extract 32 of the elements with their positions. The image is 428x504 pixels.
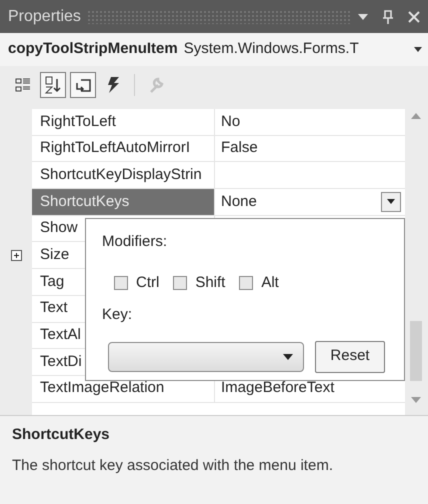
dropdown-arrow-icon [414,47,422,52]
property-name[interactable]: ShortcutKeyDisplayStrin [32,162,215,188]
close-icon[interactable] [408,10,420,22]
description-title: ShortcutKeys [12,425,111,445]
dropdown-arrow-icon [387,199,395,204]
property-name[interactable]: RightToLeft [32,109,215,135]
key-combobox[interactable] [108,342,304,372]
dropdown-icon[interactable] [358,14,368,20]
property-value[interactable]: ImageBeforeText [221,377,334,400]
modifier-checkbox[interactable]: Ctrl [114,272,160,294]
dropdown-button[interactable] [381,192,401,212]
toolbar-button[interactable] [70,72,96,98]
property-name[interactable]: ShortcutKeys [32,189,215,215]
object-selector[interactable]: copyToolStripMenuItem System.Windows.Forms.T [0,33,428,66]
modifiers-label: Modifiers: [102,232,168,252]
property-value[interactable]: No [221,110,240,134]
window-title: Properties [8,6,81,26]
modifier-checkbox[interactable]: Alt [239,272,279,294]
sort-alphabetical-icon [44,76,62,94]
expand-icon[interactable] [10,250,22,262]
property-value[interactable]: None [221,190,257,214]
modifier-checkbox[interactable]: Shift [173,272,226,294]
scrollbar-thumb[interactable] [410,321,422,381]
dropdown-arrow-icon [283,354,293,360]
property-value[interactable]: False [221,137,258,160]
categorized-icon [14,76,32,94]
description-text: The shortcut key associated with the menu item. [12,456,334,476]
key-label: Key: [102,305,134,325]
property-name[interactable]: RightToLeftAutoMirrorI [32,136,215,162]
toolbar-button[interactable] [40,72,66,98]
reset-button[interactable]: Reset [315,340,385,372]
pin-icon[interactable] [382,10,394,24]
